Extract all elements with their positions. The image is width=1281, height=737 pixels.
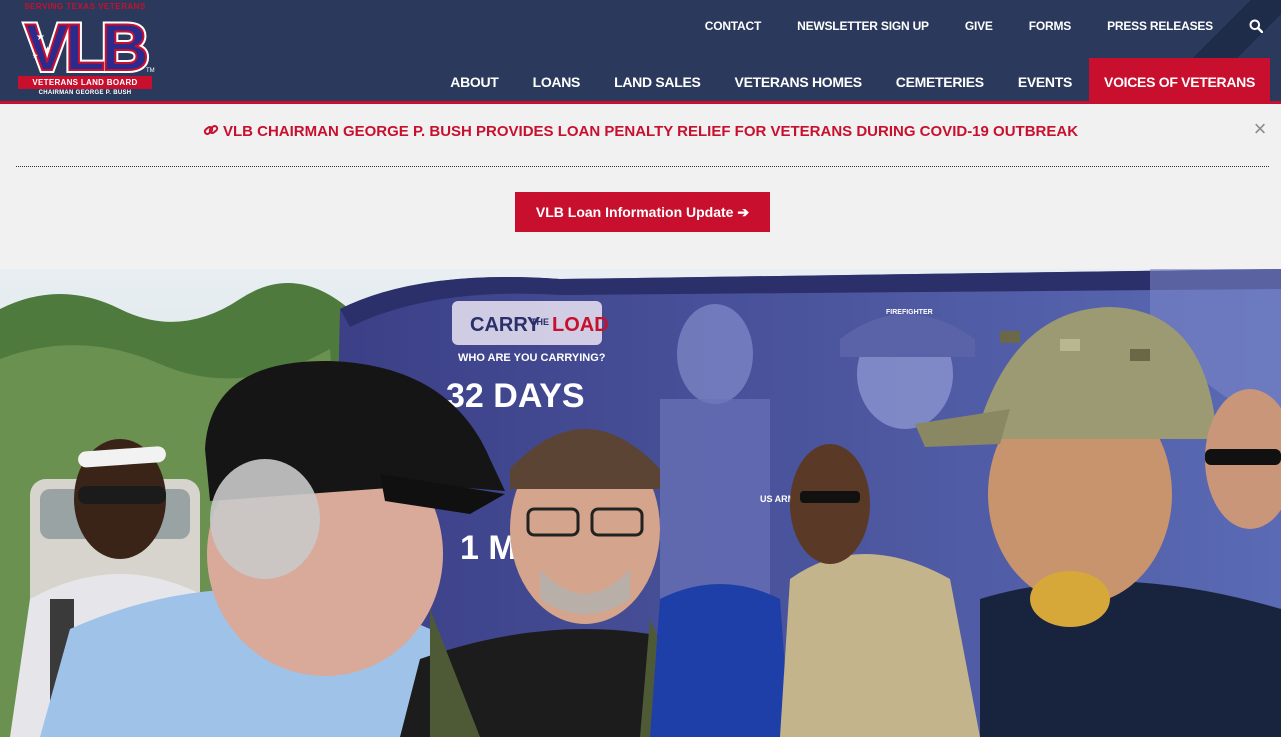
svg-text:WHO ARE YOU CARRYING?: WHO ARE YOU CARRYING? [458, 352, 606, 364]
alert-headline-link[interactable]: VLB CHAIRMAN GEORGE P. BUSH PROVIDES LOA… [0, 123, 1281, 140]
link-icon [203, 123, 219, 137]
vlb-logo[interactable]: SERVING TEXAS VETERANS VLB VLB ★ ★ ★ TM … [14, 2, 156, 100]
logo-letters-graphic: VLB VLB ★ ★ ★ TM [22, 10, 155, 80]
hero-photo: CARRY THE LOAD WHO ARE YOU CARRYING? 32 … [0, 269, 1281, 737]
alert-divider [16, 166, 1269, 167]
utility-link-give[interactable]: GIVE [965, 19, 993, 33]
close-icon[interactable]: × [1251, 118, 1269, 140]
nav-voices-of-veterans[interactable]: VOICES OF VETERANS [1089, 58, 1270, 101]
svg-text:32 DAYS: 32 DAYS [446, 377, 585, 415]
svg-text:★: ★ [36, 32, 45, 43]
svg-text:★: ★ [32, 52, 38, 60]
alert-headline-text: VLB CHAIRMAN GEORGE P. BUSH PROVIDES LOA… [222, 123, 1079, 140]
main-nav: ABOUT LOANS LAND SALES VETERANS HOMES CE… [433, 58, 1270, 101]
nav-land-sales[interactable]: LAND SALES [597, 58, 717, 101]
nav-events[interactable]: EVENTS [1001, 58, 1089, 101]
svg-text:★: ★ [44, 45, 51, 54]
svg-text:FIREFIGHTER: FIREFIGHTER [886, 309, 933, 316]
nav-loans[interactable]: LOANS [516, 58, 598, 101]
alert-banner: VLB CHAIRMAN GEORGE P. BUSH PROVIDES LOA… [0, 107, 1281, 269]
svg-text:LOAD: LOAD [552, 314, 609, 336]
nav-veterans-homes[interactable]: VETERANS HOMES [718, 58, 879, 101]
svg-text:THE: THE [531, 317, 549, 327]
nav-about[interactable]: ABOUT [433, 58, 515, 101]
utility-link-newsletter[interactable]: NEWSLETTER SIGN UP [797, 19, 929, 33]
logo-chairman: CHAIRMAN GEORGE P. BUSH [38, 90, 132, 96]
nav-cemeteries[interactable]: CEMETERIES [879, 58, 1001, 101]
search-icon[interactable] [1249, 19, 1264, 34]
utility-link-forms[interactable]: FORMS [1029, 19, 1072, 33]
utility-link-contact[interactable]: CONTACT [705, 19, 762, 33]
hero-photo-illustration: CARRY THE LOAD WHO ARE YOU CARRYING? 32 … [0, 269, 1281, 737]
loan-update-button[interactable]: VLB Loan Information Update ➔ [515, 192, 770, 232]
svg-text:TM: TM [146, 68, 155, 74]
utility-nav: CONTACT NEWSLETTER SIGN UP GIVE FORMS PR… [669, 16, 1264, 36]
logo-board-name: VETERANS LAND BOARD [18, 76, 152, 89]
site-header: SERVING TEXAS VETERANS VLB VLB ★ ★ ★ TM … [0, 0, 1281, 104]
utility-link-press-releases[interactable]: PRESS RELEASES [1107, 19, 1213, 33]
